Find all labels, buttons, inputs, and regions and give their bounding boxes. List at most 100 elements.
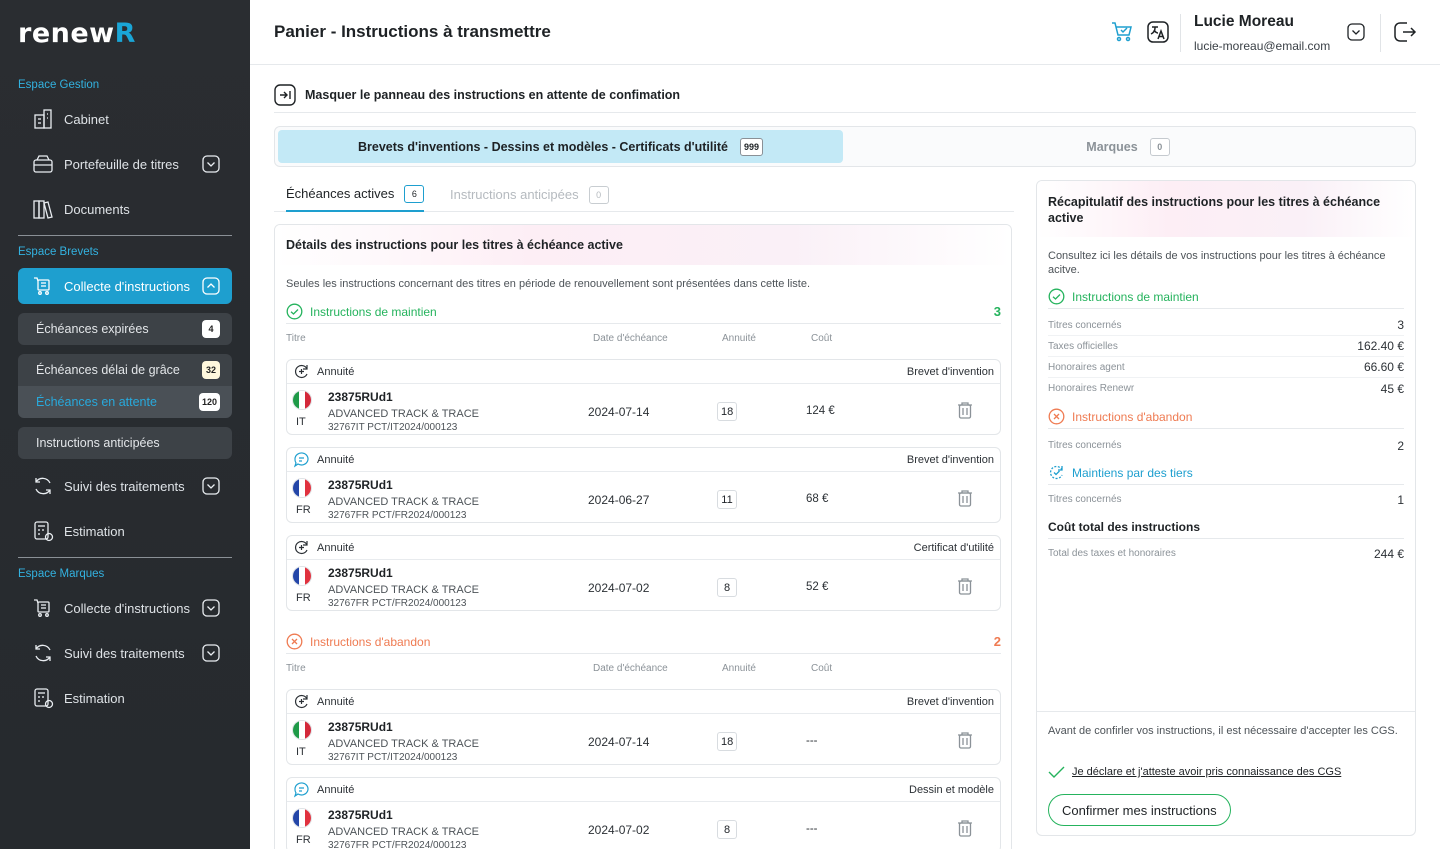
instruction-card[interactable]: Annuité Brevet d'invention FR 23875RUd1 … [286,447,1001,523]
cost: 52 € [806,581,829,593]
group-label: Instructions d'abandon [310,634,431,649]
details-note: Seules les instructions concernant des t… [286,278,811,290]
confirm-instructions-button[interactable]: Confirmer mes instructions [1048,794,1231,826]
segment-brevets[interactable]: Brevets d'inventions - Dessins et modèle… [278,130,843,163]
title-type: Dessin et modèle [909,784,994,796]
annuity-label: Annuité [317,454,355,466]
col-cout: Coût [811,333,833,344]
sidebar-item-documents[interactable]: Documents [18,191,232,227]
sidebar-item-label: Documents [64,201,130,217]
annuity-number: 8 [717,820,737,839]
tab-instructions-anticipees[interactable]: Instructions anticipées 0 [450,177,609,212]
country-code: IT [296,746,306,758]
sidebar-item-brevets-estimation[interactable]: Estimation [18,513,232,549]
col-date: Date d'échéance [593,333,668,344]
annuity-label: Annuité [317,696,355,708]
summary-row: Titres concernés 2 [1048,435,1404,456]
group-label: Maintiens par des tiers [1072,465,1193,480]
flag-it-icon [292,390,312,410]
summary-footer: Avant de confirler vos instructions, il … [1037,711,1415,835]
category-segments: Brevets d'inventions - Dessins et modèle… [274,126,1416,167]
sidebar-sub-attente[interactable]: Échéances en attente 120 [18,386,232,418]
toggle-panel-row[interactable]: Masquer le panneau des instructions en a… [274,78,1416,113]
sidebar-sub-anticipees[interactable]: Instructions anticipées [18,427,232,459]
trash-icon[interactable] [956,730,974,750]
tab-label: Instructions anticipées [450,187,579,202]
user-menu-chevron-icon[interactable] [1347,23,1365,41]
chevron-down-icon[interactable] [202,477,220,495]
header-divider [1380,14,1381,52]
check-circle-icon [1048,288,1065,305]
sidebar-item-cabinet[interactable]: Cabinet [18,101,232,137]
row-value: 45 € [1380,381,1404,396]
chevron-up-icon[interactable] [202,277,220,295]
group-maintien-title: Instructions de maintien 3 [286,300,1001,324]
due-date: 2024-07-02 [588,823,650,837]
sidebar-item-marques-estimation[interactable]: Estimation [18,680,232,716]
details-panel: Détails des instructions pour les titres… [274,224,1012,849]
trash-icon[interactable] [956,576,974,596]
instruction-card[interactable]: Annuité Brevet d'invention IT 23875RUd1 … [286,359,1001,435]
chevron-down-icon[interactable] [202,155,220,173]
sidebar-divider [18,557,232,558]
sidebar-sub-label: Échéances expirées [36,322,149,336]
x-circle-icon [286,633,303,650]
title-desc: ADVANCED TRACK & TRACE [328,408,479,420]
logo[interactable]: renewR [18,18,136,49]
card-header: Annuité Brevet d'invention [287,690,1000,714]
x-circle-icon [1048,408,1065,425]
sidebar-item-brevets-collecte[interactable]: Collecte d'instructions [18,268,232,304]
annuity-number: 18 [717,402,738,421]
summary-maintien-title: Instructions de maintien [1048,285,1404,309]
row-value: 244 € [1373,546,1404,561]
group-label: Instructions de maintien [1072,289,1199,304]
instruction-card[interactable]: Annuité Brevet d'invention IT 23875RUd1 … [286,689,1001,765]
sidebar-item-portefeuille[interactable]: Portefeuille de titres [18,146,232,182]
cgs-message: Avant de confirler vos instructions, il … [1048,725,1398,737]
instruction-card[interactable]: Annuité Certificat d'utilité FR 23875RUd… [286,535,1001,611]
title-type: Brevet d'invention [906,454,994,466]
instruction-card[interactable]: Annuité Dessin et modèle FR 23875RUd1 AD… [286,777,1001,849]
title-ref: 23875RUd1 [328,566,393,580]
col-annuite: Annuité [722,663,756,674]
title-numbers: 32767IT PCT/IT2024/000123 [328,752,458,763]
sidebar-item-brevets-suivi[interactable]: Suivi des traitements [18,468,232,504]
sidebar-divider [18,235,232,236]
details-panel-header: Détails des instructions pour les titres… [275,225,1011,265]
count-badge: 32 [202,361,220,379]
summary-row: Taxes officielles 162.40 € [1048,336,1404,357]
refresh-icon [30,473,56,499]
trash-icon[interactable] [956,488,974,508]
cost: 124 € [806,405,835,417]
row-value: 66.60 € [1363,360,1404,374]
chevron-down-icon[interactable] [202,644,220,662]
segment-marques[interactable]: Marques 0 [843,130,1413,163]
cgs-checkbox[interactable]: Je déclare et j'atteste avoir pris conna… [1048,766,1341,778]
collapse-panel-icon[interactable] [274,84,296,106]
summary-title: Récapitulatif des instructions pour les … [1048,195,1381,225]
sidebar-item-marques-suivi[interactable]: Suivi des traitements [18,635,232,671]
translate-icon[interactable] [1146,20,1170,44]
trash-icon[interactable] [956,818,974,838]
logout-icon[interactable] [1393,20,1417,44]
count-badge: 999 [739,137,763,156]
cost: 68 € [806,493,829,505]
tabs: Échéances actives 6 Instructions anticip… [274,177,1014,212]
sidebar-sub-grace[interactable]: Échéances délai de grâce 32 [18,354,232,386]
sidebar-sub-expirees[interactable]: Échéances expirées 4 [18,313,232,345]
chevron-down-icon[interactable] [202,599,220,617]
title-numbers: 32767FR PCT/FR2024/000123 [328,598,467,609]
tab-echeances-actives[interactable]: Échéances actives 6 [286,177,425,212]
row-value: 1 [1397,492,1404,507]
cost: --- [806,823,818,835]
sidebar-sub-label: Échéances en attente [36,395,157,409]
row-value: 2 [1397,438,1404,453]
summary-abandon-title: Instructions d'abandon [1048,405,1404,429]
sidebar-item-marques-collecte[interactable]: Collecte d'instructions [18,590,232,626]
trash-icon[interactable] [956,400,974,420]
cart-icon[interactable] [1110,20,1134,44]
check-icon [1048,766,1065,778]
chat-annuity-icon [293,452,309,468]
segment-label: Brevets d'inventions - Dessins et modèle… [358,139,728,154]
card-header: Annuité Brevet d'invention [287,448,1000,472]
